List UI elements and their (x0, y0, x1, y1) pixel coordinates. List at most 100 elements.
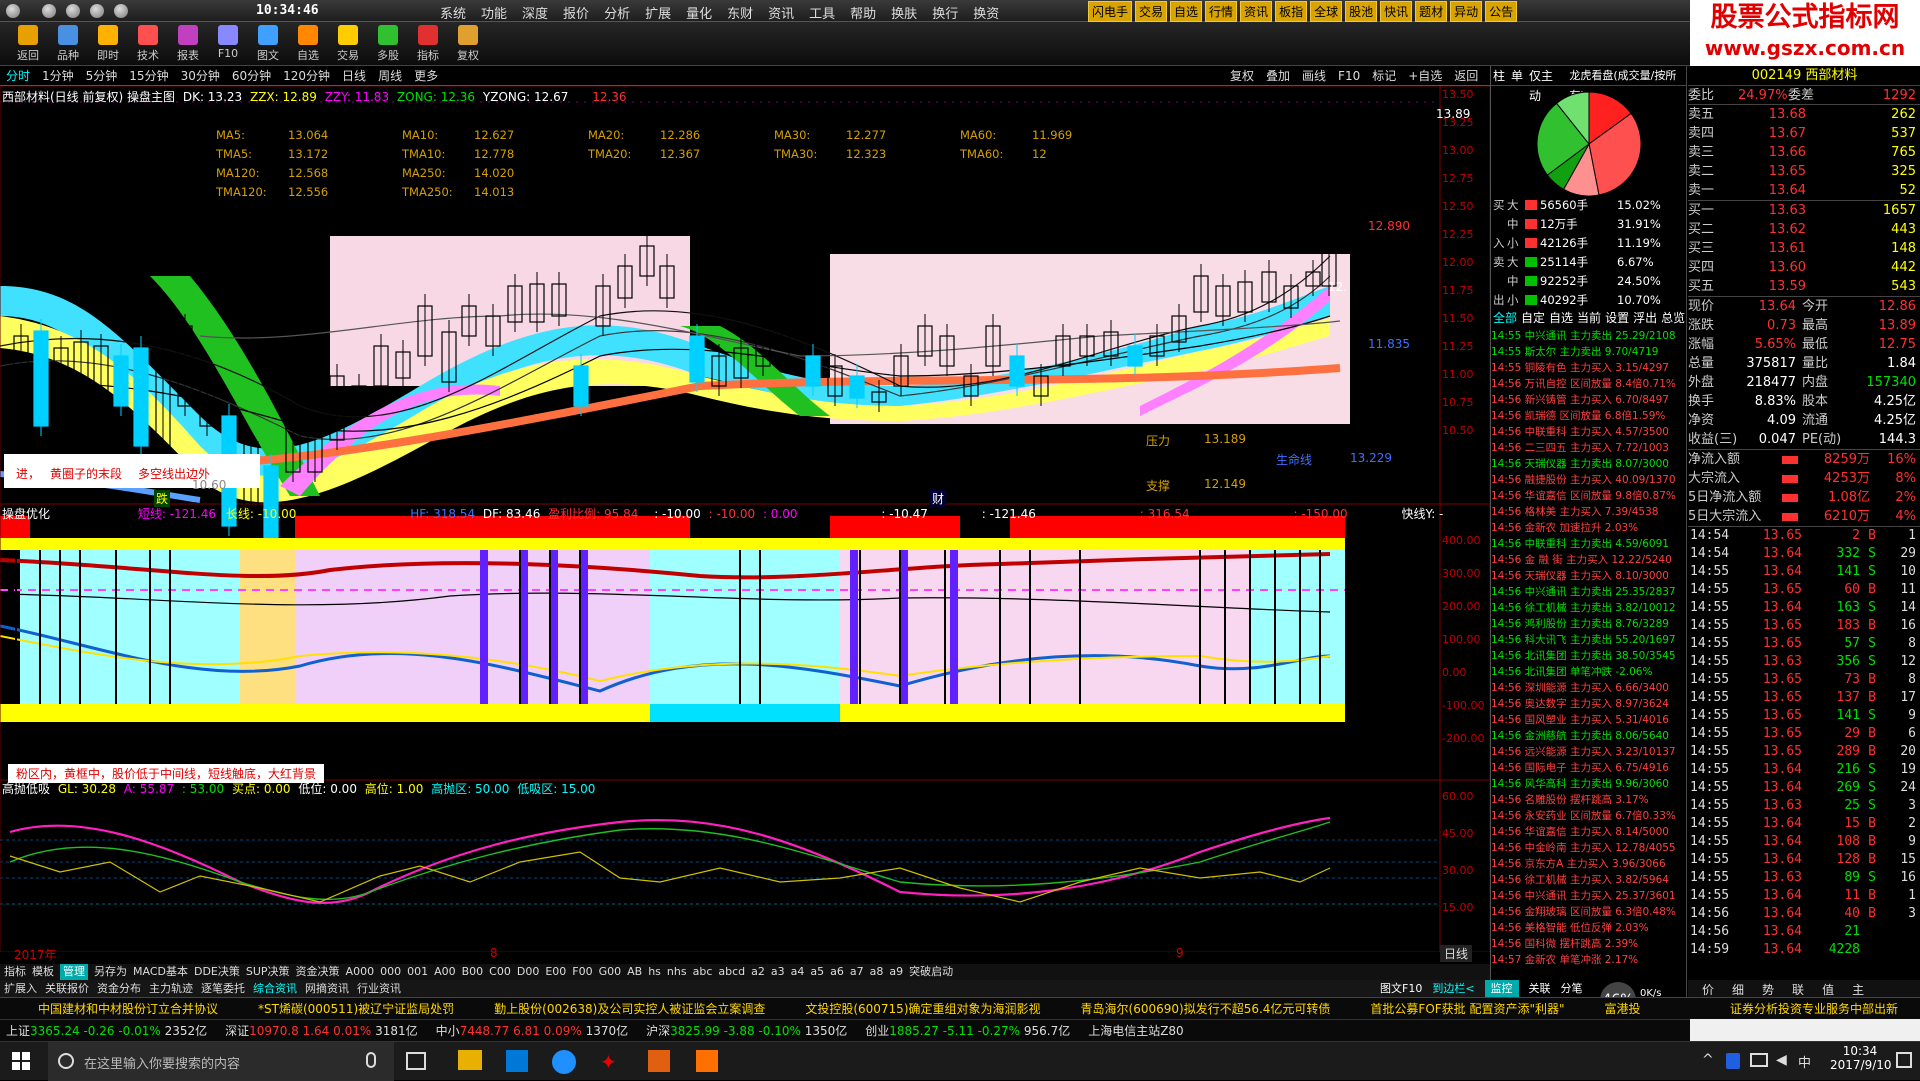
chart-tool-4[interactable]: 标记 (1372, 66, 1396, 86)
alert-row-22[interactable]: 14:56 深圳能源 主力买入 6.66/3400 (1491, 680, 1687, 696)
ime-label[interactable]: 中 (1798, 1052, 1811, 1071)
chart-tool-3[interactable]: F10 (1338, 66, 1360, 86)
quick-tag-10[interactable]: 异动 (1450, 1, 1483, 22)
toolbar-button-8[interactable]: 交易 (330, 22, 366, 65)
indicator-tab-15[interactable]: E00 (545, 964, 566, 980)
quick-tag-6[interactable]: 全球 (1310, 1, 1343, 22)
alert-row-23[interactable]: 14:56 奥达数字 主力买入 8.97/3624 (1491, 696, 1687, 712)
menu-item-7[interactable]: 东财 (727, 3, 753, 22)
quick-tag-9[interactable]: 题材 (1415, 1, 1448, 22)
toolbar-button-11[interactable]: 复权 (450, 22, 486, 65)
period-tab-6[interactable]: 120分钟 (283, 66, 330, 85)
indicator-tab-18[interactable]: AB (627, 964, 642, 980)
period-tab-8[interactable]: 周线 (378, 66, 402, 85)
news-item-4[interactable]: 青岛海尔(600690)拟发行不超56.4亿元可转债 (1081, 998, 1331, 1019)
alert-row-32[interactable]: 14:56 中金岭南 主力买入 12.78/4055 (1491, 840, 1687, 856)
toolbar-button-0[interactable]: 返回 (10, 22, 46, 65)
alert-row-35[interactable]: 14:56 中兴通讯 主力买入 25.37/3601 (1491, 888, 1687, 904)
period-tab-4[interactable]: 30分钟 (181, 66, 220, 85)
indicator-tab-7[interactable]: 资金决策 (296, 964, 340, 980)
indicator-tab-9[interactable]: 000 (380, 964, 401, 980)
period-tab-2[interactable]: 5分钟 (86, 66, 118, 85)
toolbar-button-6[interactable]: 图文 (250, 22, 286, 65)
period-tab-1[interactable]: 1分钟 (42, 66, 74, 85)
alert-row-25[interactable]: 14:56 金洲慈航 主力卖出 8.06/5640 (1491, 728, 1687, 744)
toolbar-button-4[interactable]: 报表 (170, 22, 206, 65)
alert-row-8[interactable]: 14:56 天瑞仪器 主力卖出 8.07/3000 (1491, 456, 1687, 472)
tab-dragon[interactable]: 龙虎看盘(成交量/按所有) (1569, 66, 1686, 102)
menu-item-12[interactable]: 换行 (932, 3, 958, 22)
menu-item-13[interactable]: 换资 (973, 3, 999, 22)
app-red-icon[interactable]: ✦ (600, 1050, 622, 1074)
alert-row-9[interactable]: 14:56 融捷股份 主力买入 40.09/1370 (1491, 472, 1687, 488)
toolbar-button-1[interactable]: 品种 (50, 22, 86, 65)
browser-icon[interactable] (552, 1050, 576, 1074)
indicator-tab-23[interactable]: a2 (751, 964, 765, 980)
volume-icon[interactable]: ◀ (1776, 1052, 1787, 1068)
quick-tag-11[interactable]: 公告 (1485, 1, 1518, 22)
info-tab-2[interactable]: 资金分布 (97, 980, 141, 997)
indicator-tab-13[interactable]: C00 (489, 964, 511, 980)
indicator-tab-28[interactable]: a7 (850, 964, 864, 980)
menu-item-3[interactable]: 报价 (563, 3, 589, 22)
buy-row-2[interactable]: 买三 13.61 148 (1688, 239, 1920, 258)
period-tab-7[interactable]: 日线 (342, 66, 366, 85)
info-tab-4[interactable]: 逐笔委托 (201, 980, 245, 997)
menu-item-1[interactable]: 功能 (481, 3, 507, 22)
indicator-tab-5[interactable]: DDE决策 (194, 964, 240, 980)
sell-row-0[interactable]: 卖五 13.68 262 (1688, 105, 1920, 124)
alert-row-3[interactable]: 14:56 万讯自控 区间放量 8.4倍0.71% (1491, 376, 1687, 392)
buy-row-3[interactable]: 买四 13.60 442 (1688, 258, 1920, 277)
indicator-tab-11[interactable]: A00 (434, 964, 456, 980)
close-icon[interactable] (114, 4, 128, 18)
indicator-tab-4[interactable]: MACD基本 (133, 964, 188, 980)
windows-start-icon[interactable] (12, 1052, 30, 1070)
quick-tag-3[interactable]: 行情 (1205, 1, 1238, 22)
indicator-tab-19[interactable]: hs (648, 964, 661, 980)
shield-icon[interactable] (1726, 1053, 1740, 1069)
menu-item-9[interactable]: 工具 (809, 3, 835, 22)
menu-item-5[interactable]: 扩展 (645, 3, 671, 22)
menu-item-2[interactable]: 深度 (522, 3, 548, 22)
tab-single[interactable]: 单 (1511, 66, 1523, 85)
alert-row-30[interactable]: 14:56 永安药业 区间放量 6.7倍0.33% (1491, 808, 1687, 824)
chart-tool-5[interactable]: +自选 (1408, 66, 1442, 86)
flow-tab-1[interactable]: 自定 (1521, 310, 1545, 326)
alert-row-29[interactable]: 14:56 名雕股份 摆杆跳高 3.17% (1491, 792, 1687, 808)
indicator-tab-16[interactable]: F00 (572, 964, 592, 980)
alert-row-20[interactable]: 14:56 北讯集团 主力卖出 38.50/3545 (1491, 648, 1687, 664)
toolbar-button-10[interactable]: 指标 (410, 22, 446, 65)
chart-tool-0[interactable]: 复权 (1230, 66, 1254, 86)
chart-tool-6[interactable]: 返回 (1454, 66, 1478, 86)
menu-item-8[interactable]: 资讯 (768, 3, 794, 22)
app-orange2-icon[interactable] (696, 1050, 718, 1072)
flow-tab-4[interactable]: 设置 (1605, 310, 1629, 326)
store-icon[interactable] (506, 1050, 528, 1072)
sell-row-2[interactable]: 卖三 13.66 765 (1688, 143, 1920, 162)
alert-row-39[interactable]: 14:57 金新农 单笔冲涨 2.17% (1491, 952, 1687, 968)
alert-row-1[interactable]: 14:55 斯太尔 主力卖出 9.70/4719 (1491, 344, 1687, 360)
task-view-icon[interactable] (406, 1052, 426, 1070)
alert-row-38[interactable]: 14:56 国科微 摆杆跳高 2.39% (1491, 936, 1687, 952)
period-tab-5[interactable]: 60分钟 (232, 66, 271, 85)
quick-tag-1[interactable]: 交易 (1135, 1, 1168, 22)
alert-row-10[interactable]: 14:56 华谊嘉信 区间放量 9.8倍0.87% (1491, 488, 1687, 504)
indicator-tab-22[interactable]: abcd (718, 964, 745, 980)
buy-row-0[interactable]: 买一 13.63 1657 (1688, 201, 1920, 220)
app-menu-icon[interactable] (6, 4, 20, 18)
toolbar-button-2[interactable]: 即时 (90, 22, 126, 65)
alert-row-19[interactable]: 14:56 科大讯飞 主力卖出 55.20/1697 (1491, 632, 1687, 648)
news-item-2[interactable]: 勤上股份(002638)及公司实控人被证监会立案调查 (494, 998, 765, 1019)
indicator-tab-2[interactable]: 管理 (60, 964, 88, 980)
quick-tag-8[interactable]: 快讯 (1380, 1, 1413, 22)
maximize-icon[interactable] (66, 4, 80, 18)
menu-item-10[interactable]: 帮助 (850, 3, 876, 22)
explorer-icon[interactable] (458, 1050, 482, 1070)
indicator-tab-10[interactable]: 001 (407, 964, 428, 980)
alert-row-7[interactable]: 14:56 二三四五 主力买入 7.72/1003 (1491, 440, 1687, 456)
flow-tab-0[interactable]: 全部 (1493, 310, 1517, 326)
taskbar-search[interactable]: 在这里输入你要搜索的内容 (48, 1042, 394, 1081)
mic-icon[interactable] (366, 1052, 376, 1068)
alert-row-5[interactable]: 14:56 凯瑞德 区间放量 6.8倍1.59% (1491, 408, 1687, 424)
alert-row-34[interactable]: 14:56 徐工机械 主力买入 3.82/5964 (1491, 872, 1687, 888)
